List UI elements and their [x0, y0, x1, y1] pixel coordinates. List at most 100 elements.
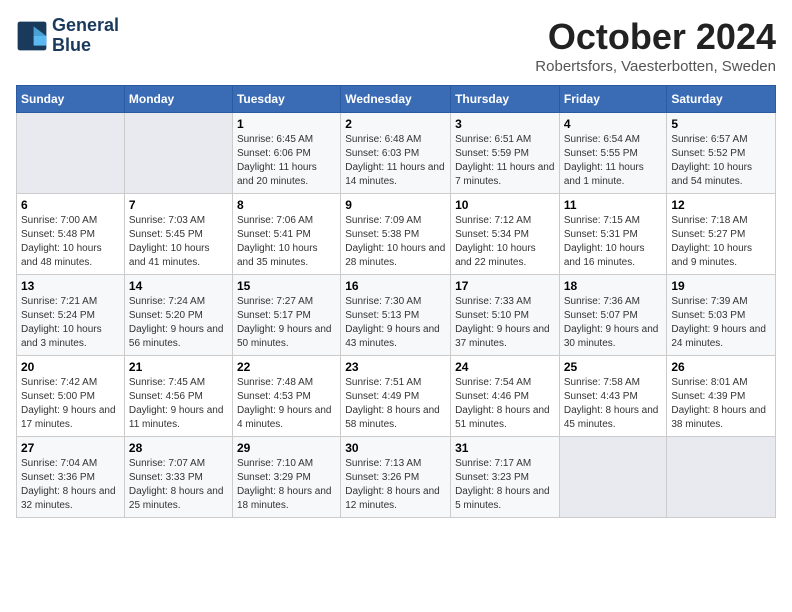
calendar-cell — [17, 113, 125, 194]
day-info: Sunrise: 8:01 AM Sunset: 4:39 PM Dayligh… — [671, 376, 771, 432]
subtitle: Robertsfors, Vaesterbotten, Sweden — [535, 58, 776, 75]
day-number: 12 — [671, 198, 771, 212]
calendar-cell: 13 Sunrise: 7:21 AM Sunset: 5:24 PM Dayli… — [17, 275, 125, 356]
calendar-cell: 19Sunrise: 7:39 AM Sunset: 5:03 PM Dayli… — [667, 275, 776, 356]
day-number: 21 — [129, 360, 228, 374]
calendar-cell: 28 Sunrise: 7:07 AM Sunset: 3:33 PM Dayli… — [124, 437, 232, 518]
calendar-cell: 31 Sunrise: 7:17 AM Sunset: 3:23 PM Dayli… — [451, 437, 560, 518]
calendar-cell: 26 Sunrise: 8:01 AM Sunset: 4:39 PM Dayli… — [667, 356, 776, 437]
day-info: Sunrise: 7:07 AM Sunset: 3:33 PM Dayligh… — [129, 457, 228, 513]
calendar-cell: 10Sunrise: 7:12 AM Sunset: 5:34 PM Dayli… — [451, 194, 560, 275]
day-number: 8 — [237, 198, 336, 212]
calendar-cell: 24Sunrise: 7:54 AM Sunset: 4:46 PM Dayli… — [451, 356, 560, 437]
calendar-cell: 7 Sunrise: 7:03 AM Sunset: 5:45 PM Daylig… — [124, 194, 232, 275]
calendar-cell: 16 Sunrise: 7:30 AM Sunset: 5:13 PM Dayli… — [341, 275, 451, 356]
day-number: 30 — [345, 441, 446, 455]
day-info: Sunrise: 7:18 AM Sunset: 5:27 PM Dayligh… — [671, 214, 771, 270]
day-info: Sunrise: 7:54 AM Sunset: 4:46 PM Dayligh… — [455, 376, 555, 432]
day-number: 6 — [21, 198, 120, 212]
day-info: Sunrise: 7:04 AM Sunset: 3:36 PM Dayligh… — [21, 457, 120, 513]
day-number: 1 — [237, 117, 336, 131]
day-info: Sunrise: 7:00 AM Sunset: 5:48 PM Dayligh… — [21, 214, 120, 270]
day-info: Sunrise: 7:48 AM Sunset: 4:53 PM Dayligh… — [237, 376, 336, 432]
day-info: Sunrise: 7:06 AM Sunset: 5:41 PM Dayligh… — [237, 214, 336, 270]
header-row: SundayMondayTuesdayWednesdayThursdayFrid… — [17, 86, 776, 113]
calendar-cell: 9Sunrise: 7:09 AM Sunset: 5:38 PM Daylig… — [341, 194, 451, 275]
day-info: Sunrise: 6:51 AM Sunset: 5:59 PM Dayligh… — [455, 133, 555, 189]
logo-text: General Blue — [52, 16, 119, 56]
calendar-cell: 21Sunrise: 7:45 AM Sunset: 4:56 PM Dayli… — [124, 356, 232, 437]
day-number: 11 — [564, 198, 663, 212]
calendar-cell: 8 Sunrise: 7:06 AM Sunset: 5:41 PM Daylig… — [232, 194, 340, 275]
week-row-3: 13 Sunrise: 7:21 AM Sunset: 5:24 PM Dayli… — [17, 275, 776, 356]
day-info: Sunrise: 7:10 AM Sunset: 3:29 PM Dayligh… — [237, 457, 336, 513]
day-number: 14 — [129, 279, 228, 293]
logo-icon — [16, 20, 48, 52]
week-row-2: 6 Sunrise: 7:00 AM Sunset: 5:48 PM Daylig… — [17, 194, 776, 275]
day-number: 18 — [564, 279, 663, 293]
logo: General Blue — [16, 16, 119, 56]
day-info: Sunrise: 6:54 AM Sunset: 5:55 PM Dayligh… — [564, 133, 663, 189]
column-header-tuesday: Tuesday — [232, 86, 340, 113]
main-title: October 2024 — [535, 16, 776, 58]
day-info: Sunrise: 7:58 AM Sunset: 4:43 PM Dayligh… — [564, 376, 663, 432]
calendar-cell: 11 Sunrise: 7:15 AM Sunset: 5:31 PM Dayli… — [559, 194, 667, 275]
day-info: Sunrise: 7:42 AM Sunset: 5:00 PM Dayligh… — [21, 376, 120, 432]
calendar-cell — [124, 113, 232, 194]
calendar-cell: 18 Sunrise: 7:36 AM Sunset: 5:07 PM Dayli… — [559, 275, 667, 356]
calendar-cell: 12 Sunrise: 7:18 AM Sunset: 5:27 PM Dayli… — [667, 194, 776, 275]
day-number: 17 — [455, 279, 555, 293]
calendar-cell: 5Sunrise: 6:57 AM Sunset: 5:52 PM Daylig… — [667, 113, 776, 194]
calendar-cell: 6 Sunrise: 7:00 AM Sunset: 5:48 PM Daylig… — [17, 194, 125, 275]
day-info: Sunrise: 6:57 AM Sunset: 5:52 PM Dayligh… — [671, 133, 771, 189]
column-header-thursday: Thursday — [451, 86, 560, 113]
calendar-cell: 4Sunrise: 6:54 AM Sunset: 5:55 PM Daylig… — [559, 113, 667, 194]
calendar-table: SundayMondayTuesdayWednesdayThursdayFrid… — [16, 85, 776, 518]
calendar-cell: 25 Sunrise: 7:58 AM Sunset: 4:43 PM Dayli… — [559, 356, 667, 437]
day-info: Sunrise: 7:21 AM Sunset: 5:24 PM Dayligh… — [21, 295, 120, 351]
day-number: 16 — [345, 279, 446, 293]
day-info: Sunrise: 7:36 AM Sunset: 5:07 PM Dayligh… — [564, 295, 663, 351]
page-header: General Blue October 2024 Robertsfors, V… — [16, 16, 776, 75]
day-info: Sunrise: 7:30 AM Sunset: 5:13 PM Dayligh… — [345, 295, 446, 351]
day-info: Sunrise: 7:27 AM Sunset: 5:17 PM Dayligh… — [237, 295, 336, 351]
calendar-cell: 29 Sunrise: 7:10 AM Sunset: 3:29 PM Dayli… — [232, 437, 340, 518]
day-info: Sunrise: 7:15 AM Sunset: 5:31 PM Dayligh… — [564, 214, 663, 270]
day-number: 22 — [237, 360, 336, 374]
day-number: 27 — [21, 441, 120, 455]
calendar-cell: 17 Sunrise: 7:33 AM Sunset: 5:10 PM Dayli… — [451, 275, 560, 356]
column-header-friday: Friday — [559, 86, 667, 113]
day-number: 28 — [129, 441, 228, 455]
day-info: Sunrise: 7:51 AM Sunset: 4:49 PM Dayligh… — [345, 376, 446, 432]
day-info: Sunrise: 7:17 AM Sunset: 3:23 PM Dayligh… — [455, 457, 555, 513]
day-info: Sunrise: 7:12 AM Sunset: 5:34 PM Dayligh… — [455, 214, 555, 270]
day-number: 19 — [671, 279, 771, 293]
day-number: 15 — [237, 279, 336, 293]
day-info: Sunrise: 7:24 AM Sunset: 5:20 PM Dayligh… — [129, 295, 228, 351]
day-number: 26 — [671, 360, 771, 374]
day-number: 29 — [237, 441, 336, 455]
calendar-cell: 27 Sunrise: 7:04 AM Sunset: 3:36 PM Dayli… — [17, 437, 125, 518]
day-number: 20 — [21, 360, 120, 374]
column-header-wednesday: Wednesday — [341, 86, 451, 113]
calendar-cell: 20 Sunrise: 7:42 AM Sunset: 5:00 PM Dayli… — [17, 356, 125, 437]
day-number: 9 — [345, 198, 446, 212]
day-number: 2 — [345, 117, 446, 131]
day-info: Sunrise: 7:33 AM Sunset: 5:10 PM Dayligh… — [455, 295, 555, 351]
calendar-cell: 15 Sunrise: 7:27 AM Sunset: 5:17 PM Dayli… — [232, 275, 340, 356]
day-number: 31 — [455, 441, 555, 455]
calendar-cell: 2Sunrise: 6:48 AM Sunset: 6:03 PM Daylig… — [341, 113, 451, 194]
calendar-cell: 30 Sunrise: 7:13 AM Sunset: 3:26 PM Dayli… — [341, 437, 451, 518]
calendar-cell: 23Sunrise: 7:51 AM Sunset: 4:49 PM Dayli… — [341, 356, 451, 437]
calendar-cell: 14 Sunrise: 7:24 AM Sunset: 5:20 PM Dayli… — [124, 275, 232, 356]
week-row-4: 20 Sunrise: 7:42 AM Sunset: 5:00 PM Dayli… — [17, 356, 776, 437]
day-number: 7 — [129, 198, 228, 212]
column-header-monday: Monday — [124, 86, 232, 113]
week-row-5: 27 Sunrise: 7:04 AM Sunset: 3:36 PM Dayli… — [17, 437, 776, 518]
day-info: Sunrise: 7:03 AM Sunset: 5:45 PM Dayligh… — [129, 214, 228, 270]
day-number: 25 — [564, 360, 663, 374]
day-info: Sunrise: 7:13 AM Sunset: 3:26 PM Dayligh… — [345, 457, 446, 513]
title-block: October 2024 Robertsfors, Vaesterbotten,… — [535, 16, 776, 75]
day-number: 13 — [21, 279, 120, 293]
calendar-cell — [559, 437, 667, 518]
